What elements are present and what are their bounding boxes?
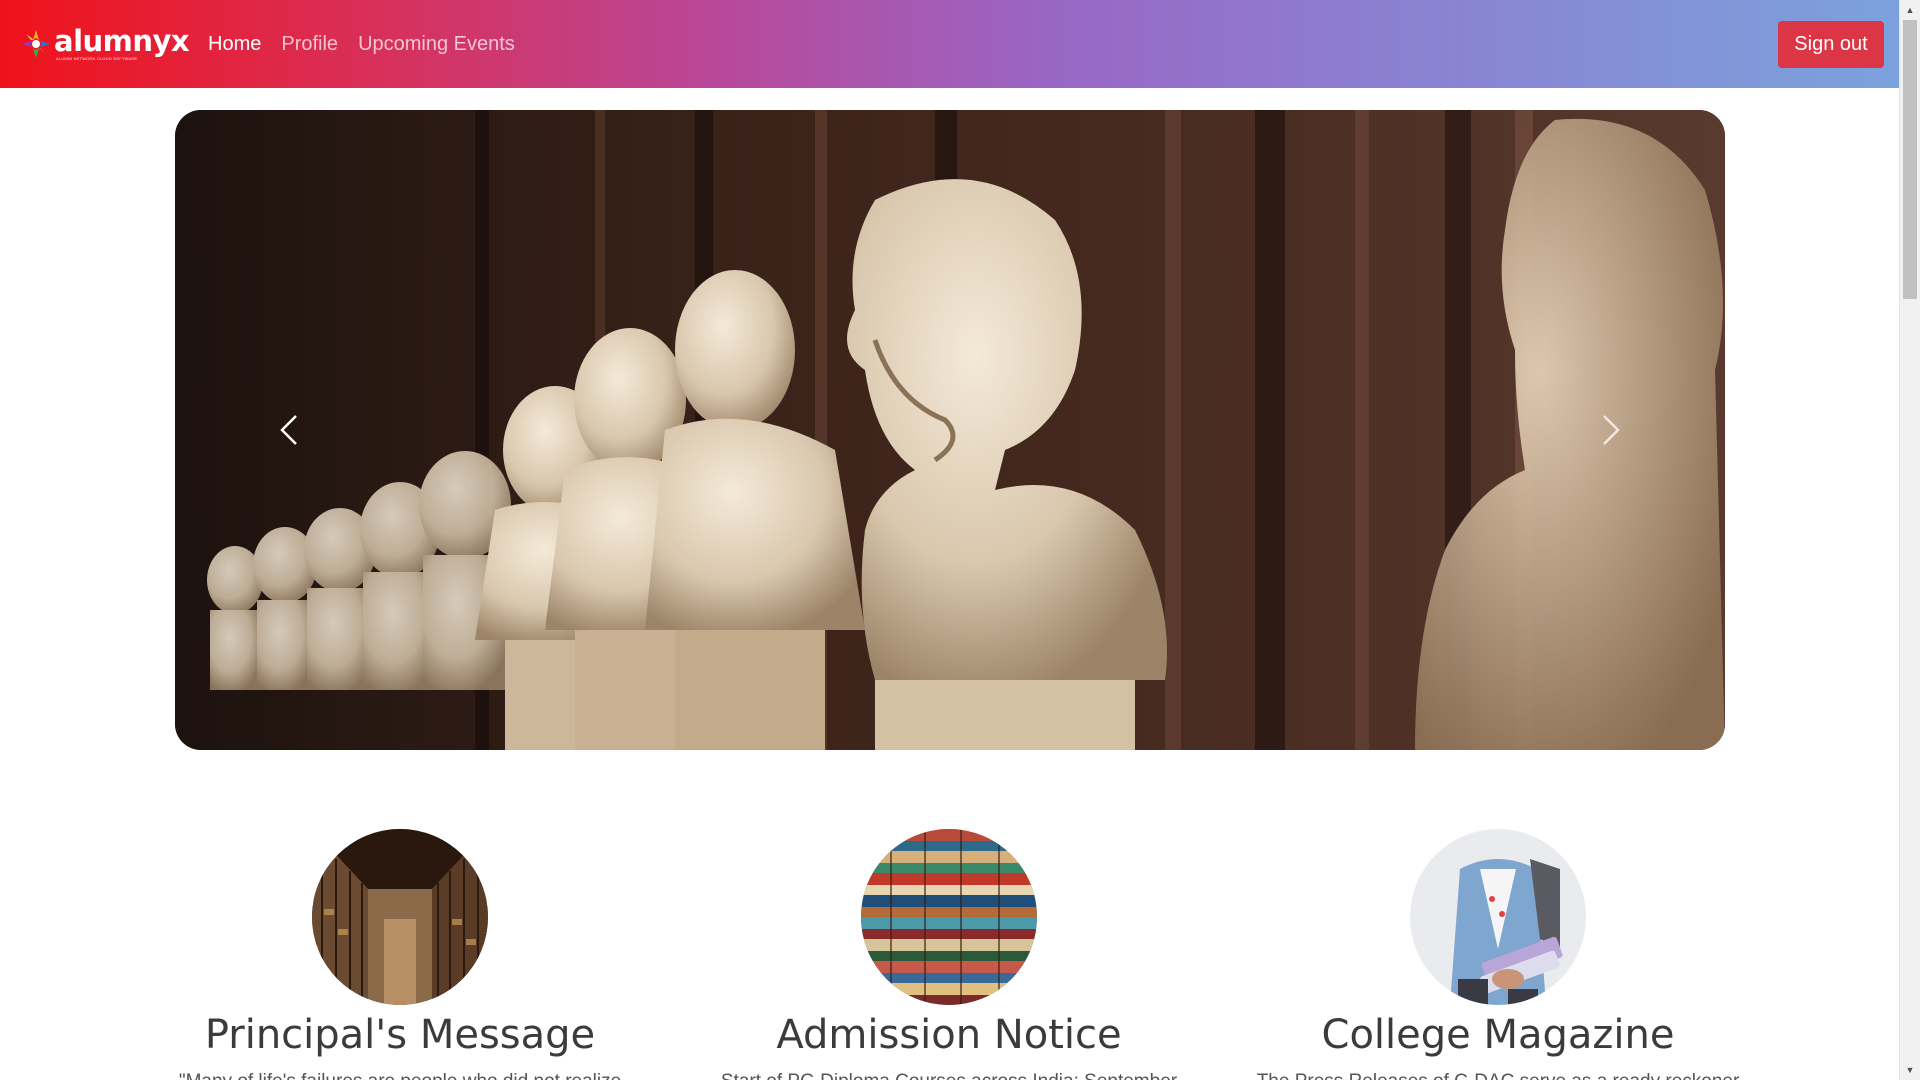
chevron-right-icon: [1603, 415, 1620, 445]
feature-excerpt: Start of PG Diploma Courses across India…: [669, 1070, 1229, 1080]
nav-link-upcoming-events[interactable]: Upcoming Events: [348, 33, 525, 56]
scroll-down-arrow-icon[interactable]: ▼: [1900, 1060, 1920, 1080]
feature-thumbnail: [1410, 829, 1586, 1005]
feature-thumbnail: [861, 829, 1037, 1005]
feature-title: Admission Notice: [776, 1012, 1122, 1058]
feature-principals-message: Principal's Message "Many of life's fail…: [120, 829, 680, 1080]
nav-link-profile[interactable]: Profile: [271, 33, 348, 56]
page-scrollbar[interactable]: ▲ ▼: [1899, 0, 1920, 1080]
brand-tagline: ALUMNI NETWORK CLOUD SOFTWARE: [56, 56, 138, 61]
scroll-up-arrow-icon[interactable]: ▲: [1900, 0, 1920, 20]
sign-out-button[interactable]: Sign out: [1778, 21, 1884, 68]
feature-excerpt: The Press Releases of C-DAC serve as a r…: [1218, 1070, 1778, 1080]
chevron-left-icon: [280, 415, 297, 445]
scroll-thumb[interactable]: [1903, 20, 1917, 299]
brand-name: alumnyx: [54, 24, 190, 58]
carousel-slide-image: [175, 110, 1725, 750]
feature-excerpt: "Many of life's failures are people who …: [120, 1070, 680, 1080]
brand-text: alumnyx ALUMNI NETWORK CLOUD SOFTWARE: [54, 24, 190, 61]
feature-title: Principal's Message: [204, 1012, 596, 1058]
nav-link-home[interactable]: Home: [198, 33, 271, 56]
stacked-books-image: [861, 829, 1037, 1005]
hero-carousel: [175, 110, 1725, 750]
top-navbar: alumnyx ALUMNI NETWORK CLOUD SOFTWARE Ho…: [0, 0, 1899, 88]
feature-college-magazine: College Magazine The Press Releases of C…: [1218, 829, 1778, 1080]
carousel-prev-button[interactable]: [175, 110, 405, 750]
student-with-books-image: [1410, 829, 1586, 1005]
feature-thumbnail: [312, 829, 488, 1005]
nav-links: Home Profile Upcoming Events: [198, 0, 525, 88]
library-corridor-image: [312, 829, 488, 1005]
carousel-next-button[interactable]: [1495, 110, 1725, 750]
feature-admission-notice: Admission Notice Start of PG Diploma Cou…: [669, 829, 1229, 1080]
brand-logo[interactable]: alumnyx ALUMNI NETWORK CLOUD SOFTWARE: [20, 24, 190, 64]
alumnyx-logo-icon: [22, 30, 50, 58]
feature-title: College Magazine: [1321, 1012, 1675, 1058]
